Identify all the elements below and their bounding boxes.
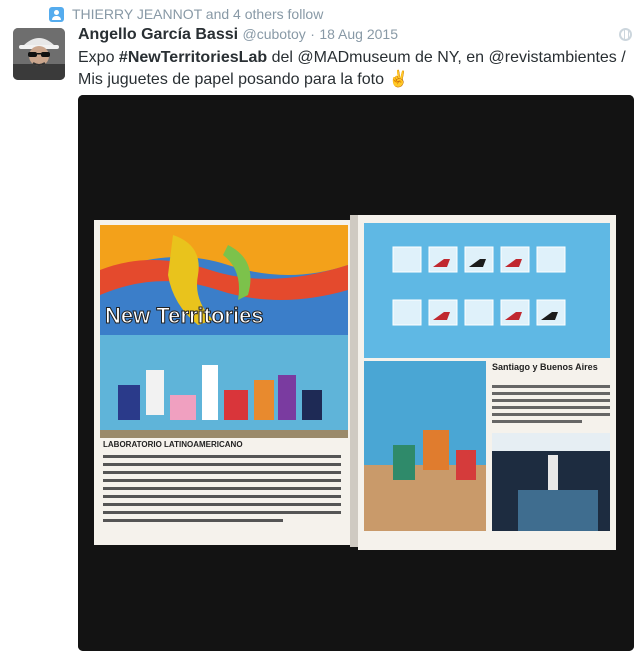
globe-icon[interactable] [619, 28, 632, 41]
magazine-title: New Territories [105, 303, 264, 328]
section-heading: LABORATORIO LATINOAMERICANO [103, 440, 243, 449]
side-heading: Santiago y Buenos Aires [492, 362, 598, 372]
separator: · [310, 26, 315, 42]
author-name[interactable]: Angello García Bassi [78, 26, 238, 43]
social-context[interactable]: THIERRY JEANNOT and 4 others follow [49, 5, 323, 23]
avatar-image [13, 28, 65, 80]
tweet-text-part: del [267, 49, 298, 66]
avatar[interactable] [13, 28, 65, 80]
tweet-date[interactable]: 18 Aug 2015 [319, 26, 398, 42]
mention-link[interactable]: @MADmuseum [297, 49, 410, 66]
hashtag-link[interactable]: #NewTerritoriesLab [119, 49, 267, 66]
tweet-text-part: Expo [78, 49, 119, 66]
tweet-photo[interactable]: New Territories LABORATORIO LATINOAMERIC… [78, 95, 634, 651]
mention-link[interactable]: @revistambientes [489, 49, 617, 66]
tweet-text: Expo #NewTerritoriesLab del @MADmuseum d… [78, 47, 636, 91]
victory-hand-emoji: ✌ [388, 71, 409, 88]
tweet-text-part: de NY, en [410, 49, 489, 66]
author-handle[interactable]: @cubotoy [243, 26, 306, 42]
social-context-text: THIERRY JEANNOT and 4 others follow [72, 6, 324, 22]
user-follow-icon [49, 6, 64, 22]
tweet-header: Angello García Bassi @cubotoy · 18 Aug 2… [78, 26, 398, 44]
magazine-photo: New Territories LABORATORIO LATINOAMERIC… [78, 95, 634, 651]
